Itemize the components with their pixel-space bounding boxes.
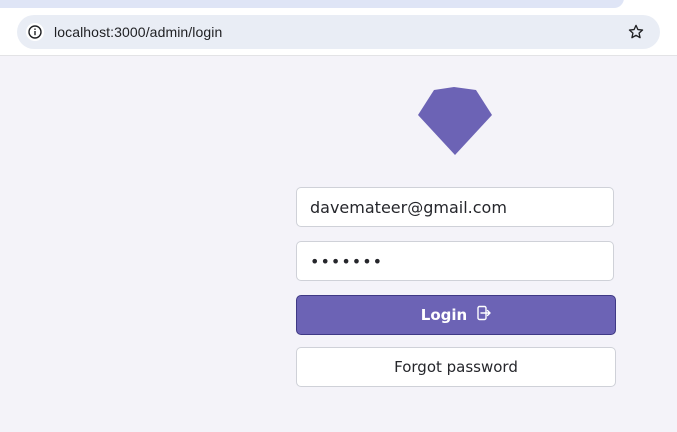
- forgot-password-button[interactable]: Forgot password: [296, 347, 616, 387]
- gem-icon: [418, 87, 492, 155]
- forgot-password-label: Forgot password: [394, 358, 518, 376]
- password-field[interactable]: [296, 241, 614, 281]
- star-icon[interactable]: [626, 22, 646, 42]
- login-button-label: Login: [420, 306, 468, 324]
- sign-in-icon: [477, 305, 491, 325]
- info-icon[interactable]: [26, 23, 44, 41]
- address-bar[interactable]: localhost:3000/admin/login: [17, 15, 660, 49]
- browser-chrome: localhost:3000/admin/login: [0, 0, 677, 56]
- login-button[interactable]: Login: [296, 295, 616, 335]
- tab-strip: [0, 0, 624, 8]
- url-text[interactable]: localhost:3000/admin/login: [54, 24, 222, 40]
- email-field[interactable]: [296, 187, 614, 227]
